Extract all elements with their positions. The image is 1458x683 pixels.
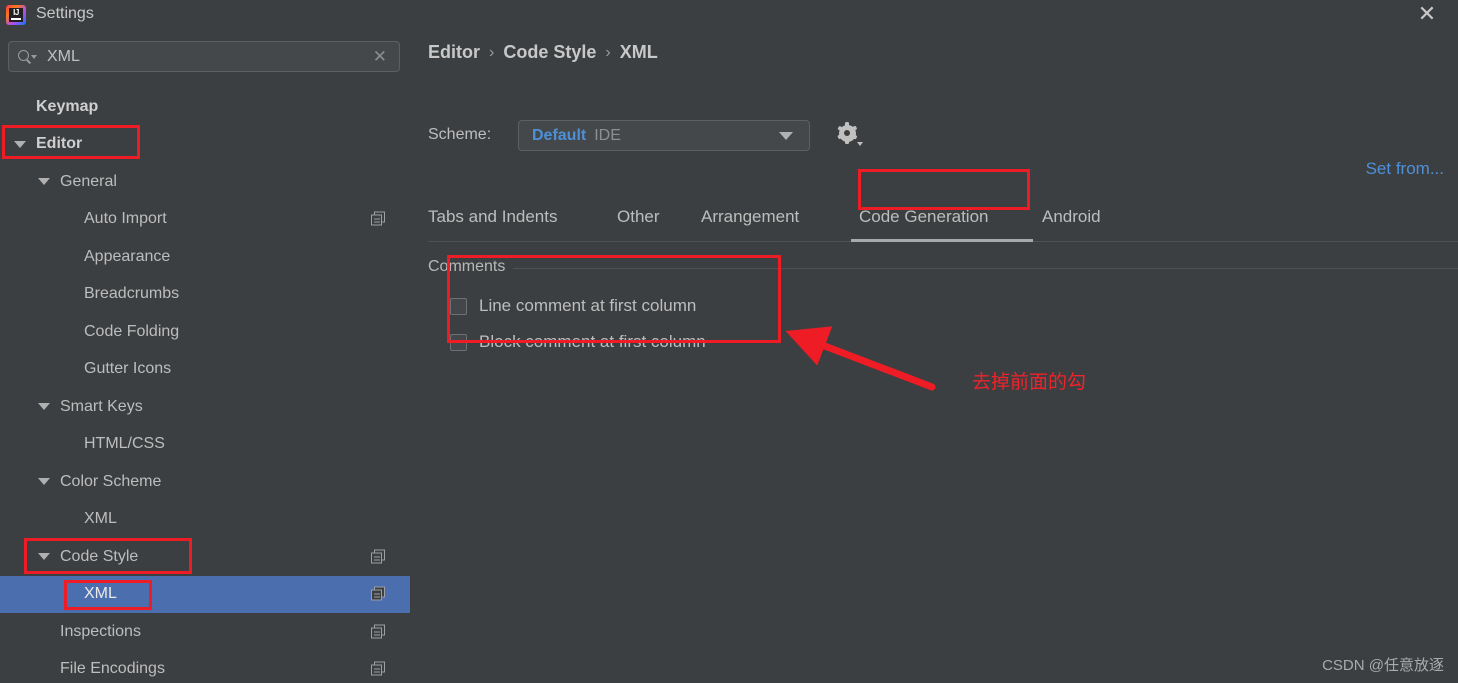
sidebar-item-file-encodings[interactable]: File Encodings <box>0 651 410 683</box>
sidebar-item-label: Editor <box>36 135 83 153</box>
comments-group-divider <box>428 268 1458 269</box>
chevron-down-icon[interactable] <box>38 553 50 561</box>
search-icon[interactable] <box>18 49 38 65</box>
annotation-note: 去掉前面的勾 <box>972 372 1087 393</box>
sidebar-item-breadcrumbs[interactable]: Breadcrumbs <box>0 276 410 314</box>
sidebar-item-label: Code Style <box>60 547 139 565</box>
chevron-down-icon[interactable] <box>38 403 50 411</box>
sidebar-item-label: Code Folding <box>84 322 180 340</box>
window-title: Settings <box>36 5 94 22</box>
settings-dialog: IJ Settings ✕ XML ✕ Keymap Editor General A… <box>0 0 1458 683</box>
scheme-scope: IDE <box>594 126 621 144</box>
active-tab-indicator <box>851 239 1033 242</box>
copy-settings-icon[interactable] <box>371 211 386 227</box>
copy-settings-icon[interactable] <box>371 661 386 677</box>
sidebar-scrollbar-track[interactable] <box>397 161 804 683</box>
chevron-down-icon[interactable] <box>779 131 793 140</box>
sidebar-item-label: XML <box>84 585 117 603</box>
tab-code-generation[interactable]: Code Generation <box>859 190 988 243</box>
sidebar-item-label: Appearance <box>84 247 171 265</box>
sidebar-item-label: General <box>60 172 117 190</box>
breadcrumb-separator: › <box>605 43 611 61</box>
intellij-idea-icon: IJ <box>6 4 26 25</box>
sidebar-item-xml[interactable]: XML <box>0 501 410 539</box>
sidebar-item-label: Smart Keys <box>60 397 143 415</box>
sidebar-item-label: Gutter Icons <box>84 360 172 378</box>
chevron-down-icon[interactable] <box>38 178 50 186</box>
sidebar-item-label: XML <box>84 510 117 528</box>
sidebar-item-label: Breadcrumbs <box>84 285 180 303</box>
breadcrumb: Editor › Code Style › XML <box>428 42 658 63</box>
breadcrumb-item[interactable]: Editor <box>428 42 480 63</box>
sidebar-item-label: HTML/CSS <box>84 435 165 453</box>
breadcrumb-item[interactable]: Code Style <box>503 42 596 63</box>
watermark: CSDN @任意放逐 <box>1322 657 1444 674</box>
tab-android[interactable]: Android <box>1042 190 1101 243</box>
search-input[interactable]: XML <box>47 48 373 66</box>
chevron-down-icon[interactable] <box>14 140 26 148</box>
tab-bar[interactable]: Tabs and Indents Other Arrangement Code Gen… <box>410 190 1458 243</box>
sidebar-item-inspections[interactable]: Inspections <box>0 613 410 651</box>
chevron-down-icon[interactable] <box>38 478 50 486</box>
tab-arrangement[interactable]: Arrangement <box>701 190 799 243</box>
sidebar-item-color-scheme[interactable]: Color Scheme <box>0 463 410 501</box>
title-bar: IJ Settings ✕ <box>0 0 1458 28</box>
sidebar-item-smart-keys[interactable]: Smart Keys <box>0 388 410 426</box>
sidebar-item-code-style[interactable]: Code Style <box>0 538 410 576</box>
sidebar-item-label: File Encodings <box>60 660 165 678</box>
gear-icon <box>836 122 858 144</box>
sidebar-item-label: Color Scheme <box>60 472 162 490</box>
settings-content-panel: Editor › Code Style › XML Scheme: Default ID… <box>410 28 1458 683</box>
scheme-dropdown[interactable]: Default IDE <box>518 120 810 151</box>
checkbox-input[interactable] <box>450 333 467 351</box>
sidebar-item-gutter-icons[interactable]: Gutter Icons <box>0 351 410 389</box>
tab-tabs-and-indents[interactable]: Tabs and Indents <box>428 190 557 243</box>
sidebar-item-label: Keymap <box>36 97 99 115</box>
set-from-link[interactable]: Set from... <box>1366 159 1444 179</box>
settings-sidebar: XML ✕ Keymap Editor General Auto Import Appe… <box>0 28 804 683</box>
settings-tree[interactable]: Keymap Editor General Auto Import Appearance… <box>0 88 410 683</box>
scheme-settings-button[interactable] <box>830 116 864 150</box>
checkbox-label: Block comment at first column <box>479 332 706 351</box>
scheme-label: Scheme: <box>428 126 492 143</box>
sidebar-item-label: Inspections <box>60 622 141 640</box>
gear-chevron-icon <box>857 142 863 146</box>
copy-settings-icon[interactable] <box>371 624 386 639</box>
checkbox-block-comment-at-first-column[interactable]: Block comment at first column <box>450 332 706 352</box>
sidebar-item-label: Auto Import <box>84 210 167 228</box>
sidebar-item-appearance[interactable]: Appearance <box>0 238 410 276</box>
close-icon[interactable]: ✕ <box>1410 0 1444 28</box>
checkbox-label: Line comment at first column <box>479 296 697 315</box>
checkbox-input[interactable] <box>450 297 467 315</box>
scheme-value: Default <box>532 126 587 144</box>
sidebar-item-auto-import[interactable]: Auto Import <box>0 201 410 239</box>
sidebar-item-xml[interactable]: XML <box>0 575 410 613</box>
search-field[interactable]: XML ✕ <box>8 41 400 72</box>
breadcrumb-item[interactable]: XML <box>620 42 658 63</box>
breadcrumb-separator: › <box>489 43 495 61</box>
copy-settings-icon[interactable] <box>371 549 386 564</box>
clear-search-icon[interactable]: ✕ <box>373 47 387 67</box>
comments-group-title: Comments <box>428 258 514 276</box>
sidebar-item-general[interactable]: General <box>0 163 410 201</box>
copy-settings-icon[interactable] <box>371 586 386 602</box>
sidebar-item-editor[interactable]: Editor <box>0 126 410 164</box>
checkbox-line-comment-at-first-column[interactable]: Line comment at first column <box>450 296 696 316</box>
tab-other[interactable]: Other <box>617 190 660 243</box>
sidebar-item-code-folding[interactable]: Code Folding <box>0 313 410 351</box>
sidebar-item-html-css[interactable]: HTML/CSS <box>0 426 410 464</box>
sidebar-item-keymap[interactable]: Keymap <box>0 88 410 126</box>
